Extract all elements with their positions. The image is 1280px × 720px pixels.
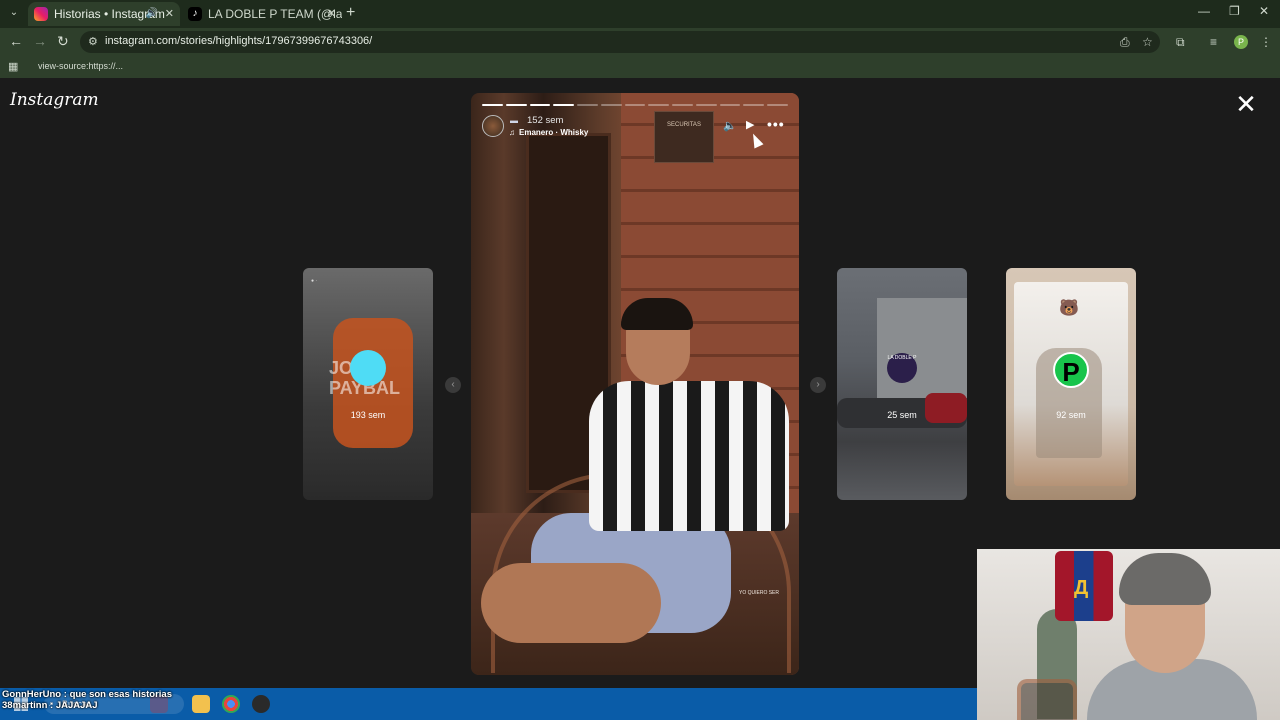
play-icon[interactable]: ▶ [746, 118, 754, 131]
menu-kebab-icon[interactable]: ⋮ [1260, 35, 1272, 49]
progress-segment [600, 104, 622, 106]
username-placeholder-icon: ▬ [510, 116, 518, 125]
url-text[interactable]: instagram.com/stories/highlights/1796739… [105, 35, 372, 47]
progress-segment [624, 104, 646, 106]
progress-segment [672, 104, 693, 106]
progress-segment [482, 104, 503, 106]
close-tab-icon[interactable]: ✕ [327, 2, 336, 26]
tiktok-favicon-icon: ♪ [188, 7, 202, 21]
progress-segment [695, 104, 717, 106]
security-sign: SECURITAS [654, 111, 714, 163]
restore-button[interactable]: ❐ [1229, 4, 1240, 18]
close-tab-icon[interactable]: ✕ [165, 2, 174, 26]
side-story-label: 193 sem [350, 410, 386, 420]
next-story-arrow-icon[interactable]: › [810, 377, 826, 393]
close-icon[interactable]: ✕ [1234, 91, 1258, 117]
stream-chat: GonnHerUno : que son esas historias 38ma… [2, 689, 172, 711]
tab-tiktok[interactable]: ♪ LA DOBLE P TEAM (@ladoblept ✕ [182, 2, 342, 26]
music-icon: ♫ [509, 128, 515, 137]
side-story-prev[interactable]: ● · JOAO PAYBAL 193 sem [303, 268, 433, 500]
progress-segment [767, 104, 788, 106]
site-info-icon[interactable]: ⚙ [88, 35, 98, 48]
obs-icon[interactable] [252, 695, 270, 713]
more-options-icon[interactable]: ••• [767, 116, 785, 132]
person-hair [621, 298, 693, 330]
side-story-label: 92 sem [1056, 410, 1086, 420]
story-music[interactable]: Emanero · Whisky [519, 128, 588, 137]
person-shin [481, 563, 661, 643]
bear-icon: 🐻 [1059, 300, 1079, 317]
apps-grid-icon[interactable]: ▦ [8, 60, 18, 73]
chat-user: 38martinn [2, 700, 48, 711]
webcam-overlay: Д [977, 549, 1280, 720]
chat-message: 38martinn : JAJAJAJ [2, 700, 98, 711]
streamer-chair [1017, 679, 1077, 720]
back-button[interactable]: ← [9, 33, 23, 49]
progress-segment [648, 104, 670, 106]
instagram-logo[interactable]: Instagram [10, 90, 99, 110]
minimize-button[interactable]: — [1198, 4, 1210, 18]
jersey-number: Д [1074, 577, 1089, 599]
volume-icon[interactable]: 🔈 [723, 119, 737, 132]
bookmark-view-source[interactable]: view-source:https://... [38, 61, 123, 71]
side-story-image [877, 298, 967, 398]
story-progress-bar [482, 104, 788, 106]
file-explorer-icon[interactable] [192, 695, 210, 713]
side-story-avatar: LA DOBLE P [887, 353, 917, 383]
progress-segment [577, 104, 598, 106]
tab-title: LA DOBLE P TEAM (@ladoblept [208, 7, 342, 21]
chat-text: JAJAJAJ [55, 700, 98, 711]
progress-segment [505, 104, 527, 106]
audio-icon[interactable]: 🔊 [146, 2, 158, 26]
reload-button[interactable]: ↻ [57, 33, 69, 50]
chat-text: que son esas historias [69, 689, 172, 700]
side-story-label: 25 sem [887, 410, 917, 420]
instagram-favicon-icon [34, 7, 48, 21]
prev-story-arrow-icon[interactable]: ‹ [445, 377, 461, 393]
install-app-icon[interactable]: ⎙ [1120, 35, 1130, 50]
story-media[interactable]: SECURITAS YO QUIERO SER [471, 93, 799, 675]
progress-segment [529, 104, 551, 106]
tab-bar: ⌄ Historias • Instagram 🔊 ✕ ♪ LA DOBLE P… [0, 0, 1280, 28]
streamer-hair [1119, 553, 1211, 605]
progress-segment [719, 104, 741, 106]
chat-user: GonnHerUno [2, 689, 62, 700]
progress-segment [553, 104, 575, 106]
side-story-avatar [350, 350, 386, 386]
side-story-avatar: P [1053, 352, 1089, 388]
close-window-button[interactable]: ✕ [1259, 4, 1269, 18]
side-story-next[interactable]: LA DOBLE P 25 sem [837, 268, 967, 500]
bookmark-star-icon[interactable]: ☆ [1142, 35, 1153, 49]
story-sticker-text: YO QUIERO SER [739, 590, 780, 596]
extensions-icon[interactable]: ⧉ [1176, 35, 1185, 50]
story-time: 152 sem [527, 115, 564, 126]
chat-message: GonnHerUno : que son esas historias [2, 689, 172, 700]
side-story-header: ● · [311, 278, 318, 284]
bookmarks-bar: ▦ view-source:https://... [0, 56, 1280, 78]
forward-button[interactable]: → [33, 33, 47, 49]
tab-search-icon[interactable]: ⌄ [6, 5, 22, 21]
progress-segment [743, 104, 765, 106]
media-control-icon[interactable]: ≡ [1210, 35, 1217, 49]
story-user-avatar[interactable] [482, 115, 504, 137]
address-bar[interactable]: ⚙ instagram.com/stories/highlights/17967… [80, 31, 1160, 53]
tab-instagram[interactable]: Historias • Instagram 🔊 ✕ [28, 2, 180, 26]
chrome-icon[interactable] [222, 695, 240, 713]
profile-avatar[interactable]: P [1234, 35, 1248, 49]
side-story-next-2[interactable]: 🐻 P 92 sem [1006, 268, 1136, 500]
person-jersey [589, 381, 789, 531]
new-tab-button[interactable]: + [346, 4, 355, 22]
